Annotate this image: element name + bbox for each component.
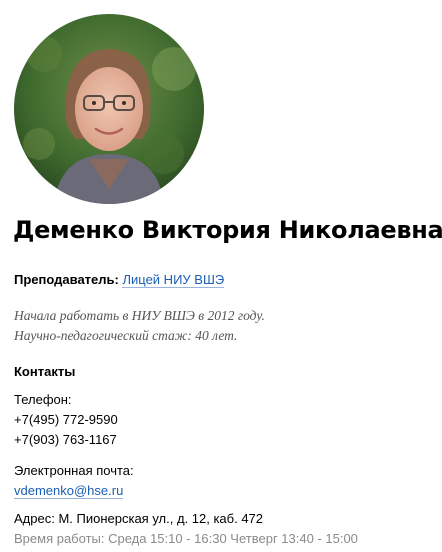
address: Адрес: М. Пионерская ул., д. 12, каб. 47… (14, 511, 264, 526)
phone-number: +7(495) 772-9590 (14, 412, 118, 427)
phone-label: Телефон: (14, 392, 72, 407)
position-link[interactable]: Лицей НИУ ВШЭ (122, 272, 225, 288)
office-hours: Время работы: Среда 15:10 - 16:30 Четвер… (14, 531, 358, 546)
bio: Начала работать в НИУ ВШЭ в 2012 году. Н… (14, 306, 265, 346)
phone-number: +7(903) 763-1167 (14, 432, 117, 447)
bio-line: Начала работать в НИУ ВШЭ в 2012 году. (14, 308, 265, 323)
phone-block: Телефон: +7(495) 772-9590 +7(903) 763-11… (14, 390, 118, 450)
email-block: Электронная почта: vdemenko@hse.ru (14, 461, 134, 501)
email-link[interactable]: vdemenko@hse.ru (14, 483, 124, 499)
avatar (14, 14, 204, 204)
contacts-heading: Контакты (14, 364, 76, 379)
email-label: Электронная почта: (14, 463, 134, 478)
bio-line: Научно-педагогический стаж: 40 лет. (14, 328, 238, 343)
position-line: Преподаватель: Лицей НИУ ВШЭ (14, 272, 225, 288)
position-label: Преподаватель: (14, 272, 119, 287)
avatar-photo (14, 14, 204, 204)
profile-name: Деменко Виктория Николаевна (13, 216, 442, 244)
